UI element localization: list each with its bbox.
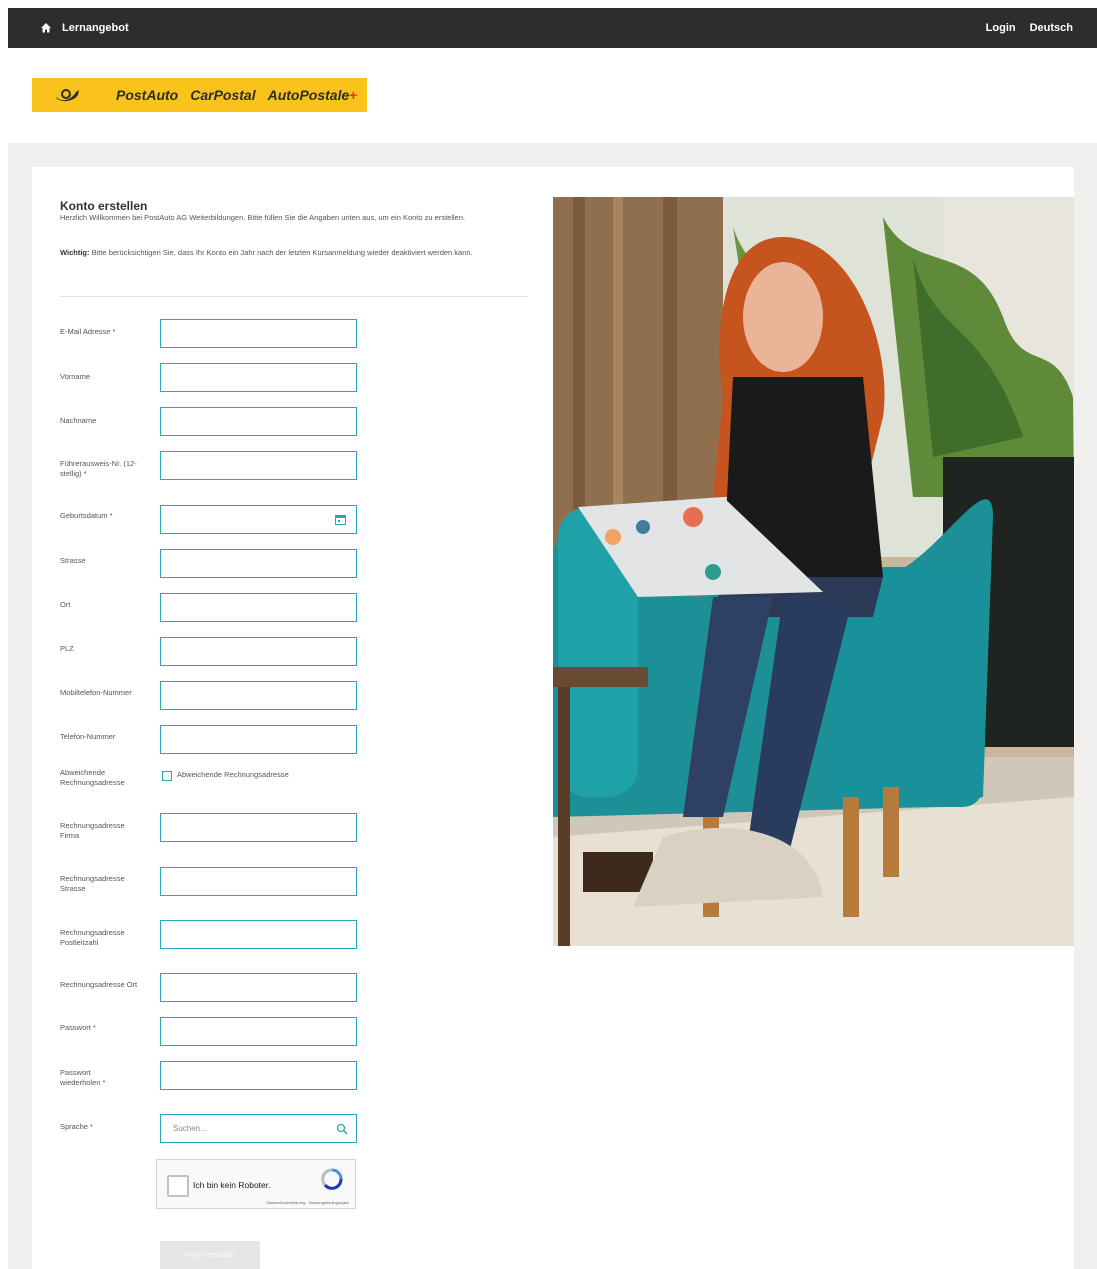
recaptcha-widget: Ich bin kein Roboter. Datenschutzerkläru… (156, 1159, 356, 1209)
billing-zip-field[interactable] (160, 920, 357, 949)
note-bold: Wichtig: (60, 248, 90, 257)
lastname-field[interactable] (160, 407, 357, 436)
zip-label: PLZ (60, 644, 74, 653)
birthdate-label: Geburtsdatum * (60, 511, 113, 520)
recaptcha-footer[interactable]: Datenschutzerklärung - Nutzungsbedingung… (267, 1200, 350, 1205)
divider (60, 296, 528, 297)
hero-photo (553, 197, 1074, 946)
billing-street-label: Rechnungsadresse Strasse (60, 874, 125, 893)
calendar-icon[interactable] (335, 514, 346, 525)
alt-billing-checkbox[interactable] (162, 771, 172, 781)
billing-city-label: Rechnungsadresse Ort (60, 980, 138, 989)
create-account-button[interactable]: Konto erstellen (160, 1241, 260, 1269)
city-label: Ort (60, 600, 71, 609)
alt-billing-checkbox-label[interactable]: Abweichende Rechnungsadresse (177, 770, 289, 779)
billing-street-field[interactable] (160, 867, 357, 896)
email-field[interactable] (160, 319, 357, 348)
recaptcha-logo-icon (321, 1168, 343, 1190)
red-plus-icon: + (349, 87, 358, 103)
logo-brand-postauto: PostAuto (116, 87, 179, 103)
home-icon[interactable] (40, 22, 52, 34)
top-navbar: Lernangebot Login Deutsch (8, 8, 1097, 48)
billing-city-field[interactable] (160, 973, 357, 1002)
birthdate-field[interactable] (160, 505, 357, 534)
mobile-field[interactable] (160, 681, 357, 710)
nav-right: Login Deutsch (986, 22, 1097, 34)
language-search-field[interactable]: Suchen... (160, 1114, 357, 1143)
important-note: Wichtig: Bitte berücksichtigen Sie, dass… (60, 248, 545, 258)
password-repeat-label: Passwort wiederholen * (60, 1068, 106, 1087)
phone-label: Telefon-Nummer (60, 732, 116, 741)
phone-field[interactable] (160, 725, 357, 754)
license-label: Führerausweis-Nr. (12-stellig) * (60, 459, 137, 478)
street-field[interactable] (160, 549, 357, 578)
billing-zip-label: Rechnungsadresse Postleitzahl (60, 928, 125, 947)
logo-brand-autopostale: AutoPostale (267, 87, 350, 103)
login-link[interactable]: Login (986, 22, 1016, 34)
nav-link-lernangebot[interactable]: Lernangebot (62, 22, 129, 34)
zip-field[interactable] (160, 637, 357, 666)
mobile-label: Mobiltelefon-Nummer (60, 688, 132, 697)
firstname-field[interactable] (160, 363, 357, 392)
email-label: E-Mail Adresse * (60, 327, 116, 336)
password-field[interactable] (160, 1017, 357, 1046)
language-switch[interactable]: Deutsch (1030, 22, 1073, 34)
language-label: Sprache * (60, 1122, 93, 1131)
language-search-placeholder: Suchen... (173, 1124, 207, 1133)
page-title: Konto erstellen (60, 199, 148, 213)
alt-billing-label: Abweichende Rechnungsadresse (60, 768, 125, 787)
intro-text: Herzlich Willkommen bei PostAuto AG Weit… (60, 213, 466, 222)
recaptcha-checkbox[interactable] (167, 1175, 189, 1197)
street-label: Strasse (60, 556, 86, 565)
billing-company-field[interactable] (160, 813, 357, 842)
password-repeat-field[interactable] (160, 1061, 357, 1090)
post-horn-icon (55, 89, 79, 102)
search-icon[interactable] (336, 1123, 348, 1135)
note-text: Bitte berücksichtigen Sie, dass Ihr Kont… (89, 248, 473, 257)
nav-left: Lernangebot (8, 22, 129, 34)
license-field[interactable] (160, 451, 357, 480)
password-label: Passwort * (60, 1023, 96, 1032)
firstname-label: Vorname (60, 372, 91, 381)
logo-brand-carpostal: CarPostal (190, 87, 256, 103)
postauto-logo[interactable]: PostAuto CarPostal AutoPostale + (32, 78, 367, 112)
city-field[interactable] (160, 593, 357, 622)
billing-company-label: Rechnungsadresse Firma (60, 821, 125, 840)
recaptcha-label: Ich bin kein Roboter. (193, 1180, 271, 1190)
lastname-label: Nachname (60, 416, 97, 425)
